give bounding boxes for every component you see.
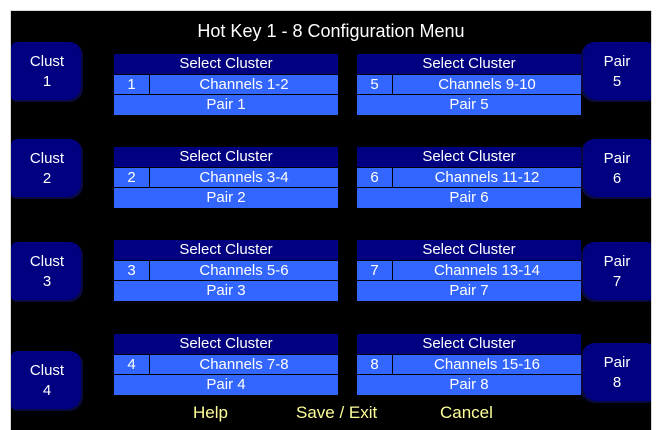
pair-6-button[interactable]: Pair 6 [581, 139, 651, 199]
hotkey-number-8[interactable]: 8 [357, 355, 392, 374]
clust-1-label: Clust [29, 53, 65, 70]
select-cluster-7[interactable]: Select Cluster [357, 240, 581, 260]
channels-field-6[interactable]: Channels 11-12 [393, 168, 581, 187]
pair-5-button[interactable]: Pair 5 [581, 42, 651, 102]
pair-field-1[interactable]: Pair 1 [114, 95, 338, 115]
menu-title: Hot Key 1 - 8 Configuration Menu [197, 21, 465, 41]
hotkey-panel-6: Select Cluster 6 Channels 11-12 Pair 6 [357, 147, 581, 208]
hotkey-number-6[interactable]: 6 [357, 168, 392, 187]
pair-field-8[interactable]: Pair 8 [357, 375, 581, 395]
pair-field-6[interactable]: Pair 6 [357, 188, 581, 208]
clust-4-label: Clust [29, 362, 65, 379]
hotkey-panel-5: Select Cluster 5 Channels 9-10 Pair 5 [357, 54, 581, 115]
clust-3-label: Clust [29, 253, 65, 270]
clust-2-number: 2 [42, 170, 52, 187]
hotkey-panel-2: Select Cluster 2 Channels 3-4 Pair 2 [114, 147, 338, 208]
select-cluster-2[interactable]: Select Cluster [114, 147, 338, 167]
hotkey-number-1[interactable]: 1 [114, 75, 149, 94]
hotkey-number-4[interactable]: 4 [114, 355, 149, 374]
clust-2-label: Clust [29, 150, 65, 167]
hotkey-panel-7: Select Cluster 7 Channels 13-14 Pair 7 [357, 240, 581, 301]
pair-5-label: Pair [603, 53, 631, 70]
channels-field-4[interactable]: Channels 7-8 [150, 355, 338, 374]
pair-field-7[interactable]: Pair 7 [357, 281, 581, 301]
pair-8-button[interactable]: Pair 8 [581, 343, 651, 403]
channels-field-5[interactable]: Channels 9-10 [393, 75, 581, 94]
pair-7-label: Pair [603, 253, 631, 270]
pair-7-button[interactable]: Pair 7 [581, 242, 651, 302]
hotkey-number-5[interactable]: 5 [357, 75, 392, 94]
channels-field-1[interactable]: Channels 1-2 [150, 75, 338, 94]
select-cluster-3[interactable]: Select Cluster [114, 240, 338, 260]
clust-4-number: 4 [42, 382, 52, 399]
clust-2-button[interactable]: Clust 2 [11, 139, 83, 199]
pair-field-3[interactable]: Pair 3 [114, 281, 338, 301]
hotkey-panel-1: Select Cluster 1 Channels 1-2 Pair 1 [114, 54, 338, 115]
select-cluster-4[interactable]: Select Cluster [114, 334, 338, 354]
channels-field-2[interactable]: Channels 3-4 [150, 168, 338, 187]
channels-field-3[interactable]: Channels 5-6 [150, 261, 338, 280]
hotkey-panel-4: Select Cluster 4 Channels 7-8 Pair 4 [114, 334, 338, 395]
channels-field-8[interactable]: Channels 15-16 [393, 355, 581, 374]
select-cluster-5[interactable]: Select Cluster [357, 54, 581, 74]
channels-field-7[interactable]: Channels 13-14 [393, 261, 581, 280]
pair-field-4[interactable]: Pair 4 [114, 375, 338, 395]
pair-6-number: 6 [612, 170, 622, 187]
clust-1-button[interactable]: Clust 1 [11, 42, 83, 102]
help-button[interactable]: Help [193, 403, 228, 423]
clust-4-button[interactable]: Clust 4 [11, 351, 83, 411]
select-cluster-6[interactable]: Select Cluster [357, 147, 581, 167]
pair-5-number: 5 [612, 73, 622, 90]
pair-7-number: 7 [612, 273, 622, 290]
hotkey-number-7[interactable]: 7 [357, 261, 392, 280]
pair-6-label: Pair [603, 150, 631, 167]
hotkey-number-3[interactable]: 3 [114, 261, 149, 280]
clust-3-button[interactable]: Clust 3 [11, 242, 83, 302]
pair-field-5[interactable]: Pair 5 [357, 95, 581, 115]
select-cluster-8[interactable]: Select Cluster [357, 334, 581, 354]
clust-1-number: 1 [42, 73, 52, 90]
cancel-button[interactable]: Cancel [440, 403, 493, 423]
pair-field-2[interactable]: Pair 2 [114, 188, 338, 208]
hotkey-panel-3: Select Cluster 3 Channels 5-6 Pair 3 [114, 240, 338, 301]
save-exit-button[interactable]: Save / Exit [296, 403, 377, 423]
select-cluster-1[interactable]: Select Cluster [114, 54, 338, 74]
hotkey-panel-8: Select Cluster 8 Channels 15-16 Pair 8 [357, 334, 581, 395]
clust-3-number: 3 [42, 273, 52, 290]
hotkey-number-2[interactable]: 2 [114, 168, 149, 187]
hotkey-config-screen: Hot Key 1 - 8 Configuration Menu Clust 1… [10, 10, 652, 430]
pair-8-number: 8 [612, 374, 622, 391]
pair-8-label: Pair [603, 354, 631, 371]
